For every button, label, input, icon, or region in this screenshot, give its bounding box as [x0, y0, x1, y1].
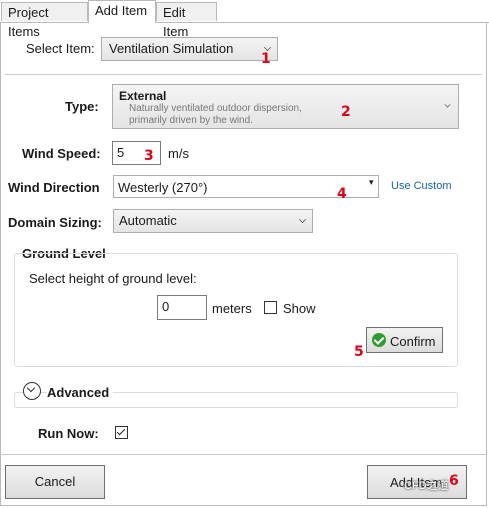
confirm-label: Confirm [390, 334, 436, 349]
type-title: External [119, 89, 167, 103]
select-item-value: Ventilation Simulation [109, 41, 234, 56]
divider [5, 74, 482, 75]
ground-level-input[interactable]: 0 [157, 295, 207, 320]
tab-bar: Project Items Add Item Edit Item [0, 0, 489, 39]
wind-speed-label: Wind Speed: [22, 146, 101, 161]
wind-direction-value: Westerly (270°) [118, 180, 208, 195]
marker-6: 6 [449, 473, 459, 489]
type-description-line1: Naturally ventilated outdoor dispersion, [129, 103, 302, 114]
check-circle-icon [372, 333, 386, 347]
run-now-label: Run Now: [38, 426, 99, 441]
cancel-button[interactable]: Cancel [5, 465, 105, 499]
type-description-line2: primarily driven by the wind. [129, 115, 253, 126]
checkmark-icon [116, 426, 126, 436]
type-dropdown[interactable]: External Naturally ventilated outdoor di… [112, 84, 459, 129]
select-item-dropdown[interactable]: Ventilation Simulation [101, 37, 278, 61]
run-now-checkbox[interactable] [115, 426, 128, 439]
tab-add-item[interactable]: Add Item [88, 0, 156, 23]
domain-sizing-label: Domain Sizing: [8, 215, 102, 230]
expand-advanced-icon[interactable] [23, 382, 41, 400]
show-label: Show [283, 301, 316, 316]
marker-4: 4 [337, 186, 347, 202]
confirm-button[interactable]: Confirm [366, 327, 443, 353]
watermark: CFD之道 [404, 480, 449, 492]
tab-edit-item[interactable]: Edit Item [156, 2, 217, 39]
select-item-label: Select Item: [26, 41, 95, 56]
use-custom-link[interactable]: Use Custom [391, 180, 452, 192]
caret-down-icon: ▾ [369, 177, 374, 187]
marker-2: 2 [341, 104, 351, 120]
chevron-down-icon [264, 44, 271, 51]
chevron-down-icon [444, 101, 451, 108]
chevron-down-icon [299, 216, 306, 223]
tab-project-items[interactable]: Project Items [1, 2, 88, 39]
ground-level-unit: meters [212, 301, 252, 316]
marker-1: 1 [261, 51, 271, 67]
ground-level-prompt: Select height of ground level: [29, 271, 197, 286]
show-checkbox[interactable] [264, 301, 277, 314]
footer-divider [0, 454, 487, 455]
marker-5: 5 [354, 344, 364, 360]
wind-speed-unit: m/s [168, 146, 189, 161]
advanced-label[interactable]: Advanced [47, 385, 114, 400]
type-label: Type: [65, 99, 99, 114]
wind-direction-label: Wind Direction [8, 180, 100, 195]
domain-sizing-dropdown[interactable]: Automatic [113, 209, 313, 233]
domain-sizing-value: Automatic [119, 213, 177, 228]
marker-3: 3 [144, 148, 154, 164]
